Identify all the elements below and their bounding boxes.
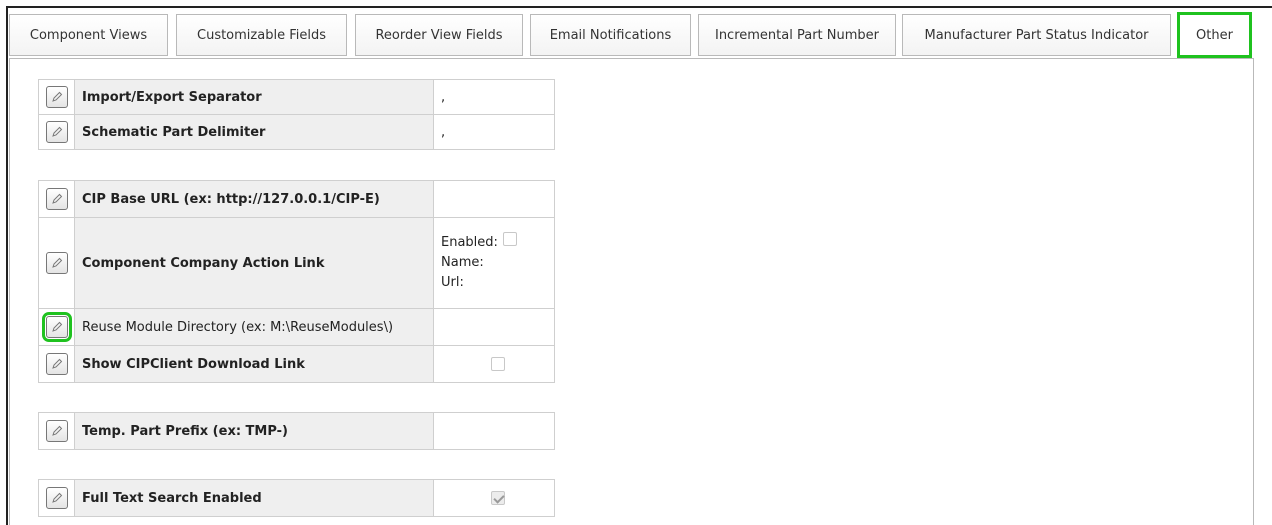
settings-group-search: Full Text Search Enabled	[38, 479, 555, 517]
settings-group-cip: CIP Base URL (ex: http://127.0.0.1/CIP-E…	[38, 180, 555, 383]
tab-reorder-view-fields[interactable]: Reorder View Fields	[355, 14, 523, 56]
setting-label: Full Text Search Enabled	[74, 479, 434, 517]
pencil-icon	[51, 321, 62, 332]
pencil-icon	[51, 358, 62, 369]
edit-button[interactable]	[41, 312, 72, 342]
tab-email-notifications[interactable]: Email Notifications	[530, 14, 691, 56]
tab-other[interactable]: Other	[1177, 12, 1252, 58]
settings-group-temp-part: Temp. Part Prefix (ex: TMP-)	[38, 412, 555, 450]
url-label: Url:	[441, 275, 464, 290]
tab-bar: Component Views Customizable Fields Reor…	[9, 12, 1272, 60]
edit-button[interactable]	[45, 420, 68, 442]
enabled-label: Enabled:	[441, 235, 498, 250]
pencil-icon	[51, 425, 62, 436]
setting-label: CIP Base URL (ex: http://127.0.0.1/CIP-E…	[74, 180, 434, 218]
setting-value	[433, 412, 555, 450]
edit-button[interactable]	[45, 86, 68, 108]
setting-row-component-company-action-link: Component Company Action Link Enabled: N…	[38, 217, 555, 309]
tab-manufacturer-part-status-indicator[interactable]: Manufacturer Part Status Indicator	[902, 14, 1171, 56]
setting-value: ,	[433, 114, 555, 150]
enabled-checkbox[interactable]	[503, 232, 517, 246]
setting-row-temp-part-prefix: Temp. Part Prefix (ex: TMP-)	[38, 412, 555, 450]
pencil-icon	[51, 126, 62, 137]
edit-button[interactable]	[45, 487, 68, 509]
setting-row-cip-base-url: CIP Base URL (ex: http://127.0.0.1/CIP-E…	[38, 180, 555, 218]
setting-row-full-text-search-enabled: Full Text Search Enabled	[38, 479, 555, 517]
edit-button[interactable]	[45, 353, 68, 375]
setting-label: Reuse Module Directory (ex: M:\ReuseModu…	[74, 308, 434, 346]
setting-value	[433, 479, 555, 517]
full-text-search-checkbox[interactable]	[490, 491, 505, 505]
tab-customizable-fields[interactable]: Customizable Fields	[176, 14, 347, 56]
setting-row-schematic-part-delimiter: Schematic Part Delimiter ,	[38, 114, 555, 150]
show-cipclient-checkbox[interactable]	[490, 357, 505, 371]
setting-label: Show CIPClient Download Link	[74, 345, 434, 383]
pencil-icon	[51, 91, 62, 102]
tab-component-views[interactable]: Component Views	[9, 14, 168, 56]
setting-label: Temp. Part Prefix (ex: TMP-)	[74, 412, 434, 450]
setting-row-import-export-separator: Import/Export Separator ,	[38, 79, 555, 115]
setting-value	[433, 345, 555, 383]
setting-label: Schematic Part Delimiter	[74, 114, 434, 150]
pencil-icon	[51, 492, 62, 503]
setting-value	[433, 180, 555, 218]
edit-button[interactable]	[45, 188, 68, 210]
tab-incremental-part-number[interactable]: Incremental Part Number	[698, 14, 896, 56]
setting-row-reuse-module-directory: Reuse Module Directory (ex: M:\ReuseModu…	[38, 308, 555, 346]
settings-group-separators: Import/Export Separator , Schematic Part…	[38, 79, 555, 150]
setting-value: ,	[433, 79, 555, 115]
edit-button[interactable]	[45, 252, 68, 274]
edit-button[interactable]	[45, 121, 68, 143]
setting-label: Import/Export Separator	[74, 79, 434, 115]
setting-value	[433, 308, 555, 346]
setting-value: Enabled: Name: Url:	[433, 217, 555, 309]
setting-row-show-cipclient-download-link: Show CIPClient Download Link	[38, 345, 555, 383]
pencil-icon	[51, 257, 62, 268]
pencil-icon	[51, 193, 62, 204]
name-label: Name:	[441, 255, 484, 270]
setting-label: Component Company Action Link	[74, 217, 434, 309]
